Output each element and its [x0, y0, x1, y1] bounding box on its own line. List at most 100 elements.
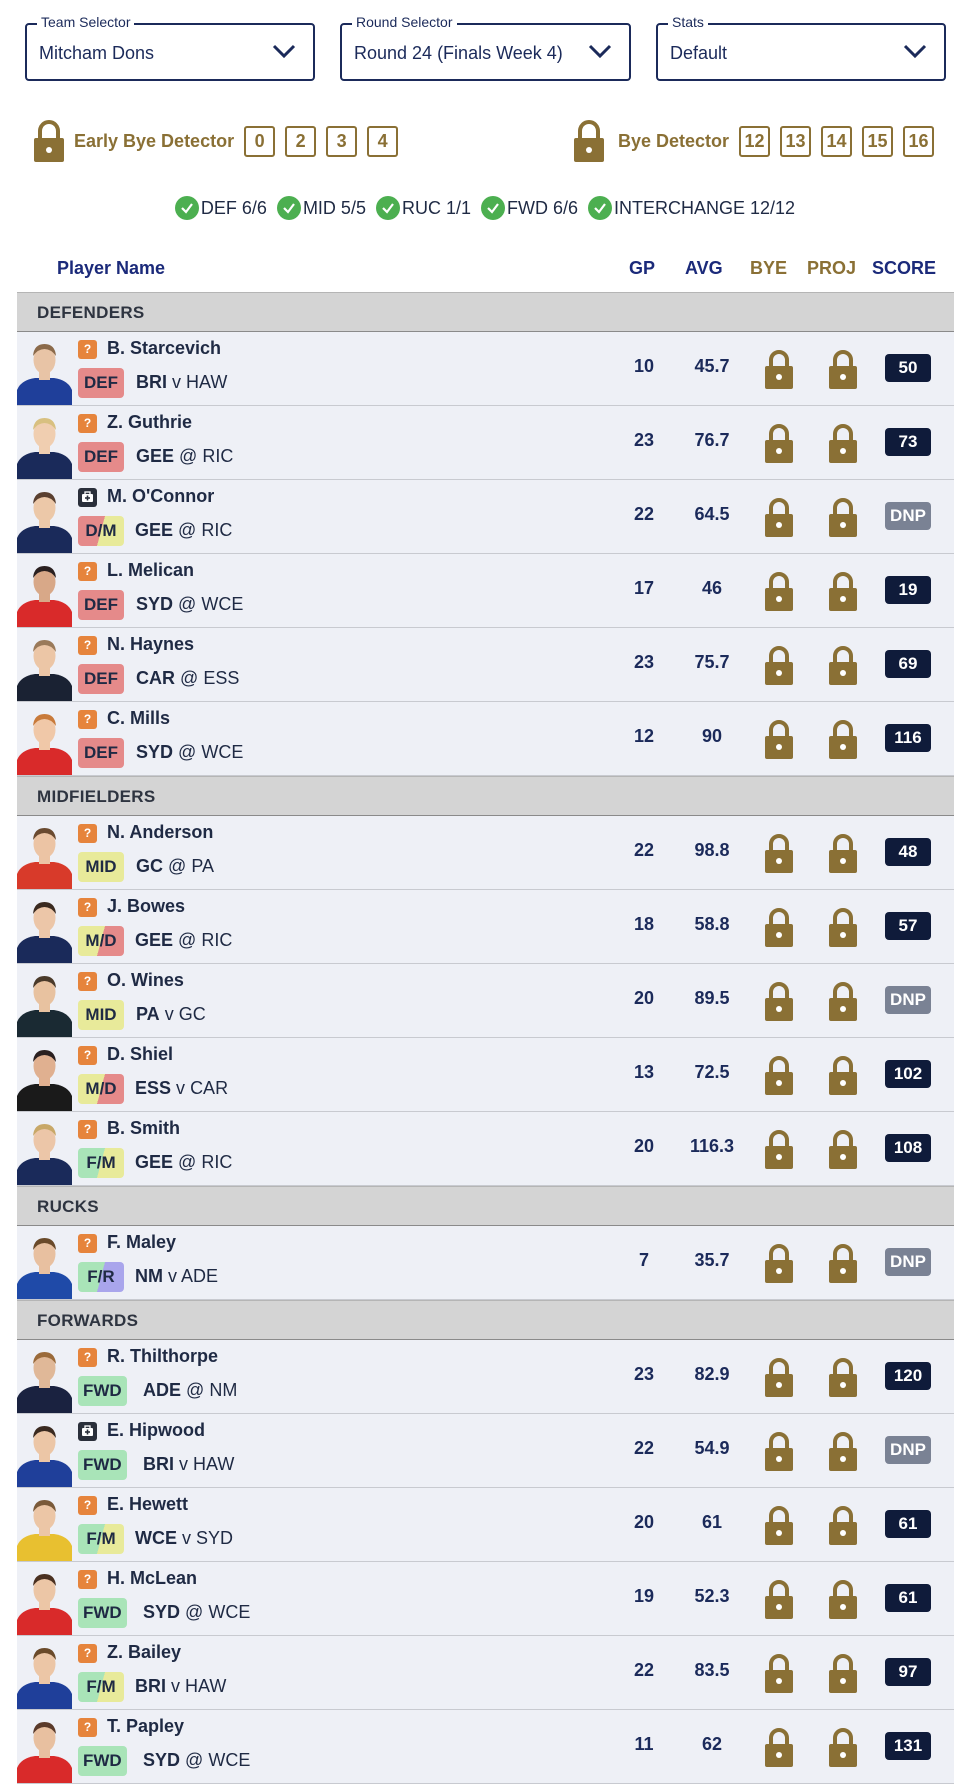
table-row[interactable]: E. Hipwood FWD BRI v HAW 22 54.9 DNP: [17, 1414, 954, 1488]
player-name[interactable]: H. McLean: [107, 1568, 197, 1589]
fixture-team: NM: [135, 1266, 163, 1286]
player-name[interactable]: B. Smith: [107, 1118, 180, 1139]
uncertain-status-icon[interactable]: ?: [78, 824, 97, 843]
bye-round-box[interactable]: 15: [862, 125, 894, 157]
player-name[interactable]: C. Mills: [107, 708, 170, 729]
lock-icon[interactable]: [32, 119, 66, 163]
column-gp[interactable]: GP: [629, 258, 655, 279]
uncertain-status-icon[interactable]: ?: [78, 972, 97, 991]
column-score[interactable]: SCORE: [872, 258, 936, 279]
uncertain-status-icon[interactable]: ?: [78, 1046, 97, 1065]
table-row[interactable]: ? H. McLean FWD SYD @ WCE 19 52.3 61: [17, 1562, 954, 1636]
uncertain-status-icon[interactable]: ?: [78, 562, 97, 581]
table-row[interactable]: ? O. Wines MID PA v GC 20 89.5 DNP: [17, 964, 954, 1038]
table-row[interactable]: M. O'Connor D/M GEE @ RIC 22 64.5 DNP: [17, 480, 954, 554]
player-name[interactable]: N. Anderson: [107, 822, 213, 843]
bye-round-box[interactable]: 13: [780, 125, 812, 157]
table-row[interactable]: ? N. Haynes DEF CAR @ ESS 23 75.7 69: [17, 628, 954, 702]
player-name[interactable]: R. Thilthorpe: [107, 1346, 218, 1367]
score-badge: 120: [885, 1362, 931, 1390]
uncertain-status-icon[interactable]: ?: [78, 1496, 97, 1515]
score-badge: 57: [885, 912, 931, 940]
table-row[interactable]: ? B. Starcevich DEF BRI v HAW 10 45.7 50: [17, 332, 954, 406]
bye-round-box[interactable]: 3: [326, 125, 358, 157]
lock-icon[interactable]: [572, 119, 606, 163]
fixture-team: SYD: [136, 594, 174, 614]
player-avatar: [17, 640, 72, 701]
games-played: 23: [633, 430, 655, 450]
bye-round-box[interactable]: 16: [903, 125, 935, 157]
fixture-team: PA: [136, 1004, 160, 1024]
position-count-label: FWD 6/6: [507, 197, 579, 218]
bye-round-box[interactable]: 4: [367, 125, 399, 157]
column-proj[interactable]: PROJ: [807, 258, 856, 279]
uncertain-status-icon[interactable]: ?: [78, 898, 97, 917]
fixture: BRI v HAW: [136, 372, 227, 393]
player-avatar: [17, 1238, 72, 1299]
lock-icon: [765, 1244, 793, 1283]
fixture-venue: @: [185, 1750, 204, 1770]
player-name[interactable]: Z. Bailey: [107, 1642, 181, 1663]
chevron-down-icon: [903, 44, 927, 59]
fixture-opponent: WCE: [201, 742, 244, 762]
bye-round-box[interactable]: 12: [739, 125, 771, 157]
early-bye-detector: Early Bye Detector 0234: [32, 116, 408, 166]
injury-status-icon[interactable]: [78, 1422, 97, 1441]
table-row[interactable]: ? Z. Guthrie DEF GEE @ RIC 23 76.7 73: [17, 406, 954, 480]
table-row[interactable]: ? C. Mills DEF SYD @ WCE 12 90 116: [17, 702, 954, 776]
player-avatar: [17, 1722, 72, 1783]
table-row[interactable]: ? D. Shiel M/D ESS v CAR 13 72.5 102: [17, 1038, 954, 1112]
player-name[interactable]: T. Papley: [107, 1716, 184, 1737]
table-row[interactable]: ? E. Hewett F/M WCE v SYD 20 61 61: [17, 1488, 954, 1562]
stats-selector[interactable]: Stats Default: [656, 14, 946, 81]
fixture-opponent: RIC: [201, 1152, 233, 1172]
bye-round-box[interactable]: 14: [821, 125, 853, 157]
bye-round-box[interactable]: 0: [244, 125, 276, 157]
player-avatar: [17, 902, 72, 963]
round-selector[interactable]: Round Selector Round 24 (Finals Week 4): [340, 14, 631, 81]
table-row[interactable]: ? J. Bowes M/D GEE @ RIC 18 58.8 57: [17, 890, 954, 964]
player-name[interactable]: M. O'Connor: [107, 486, 214, 507]
player-name[interactable]: J. Bowes: [107, 896, 185, 917]
table-row[interactable]: ? B. Smith F/M GEE @ RIC 20 116.3 108: [17, 1112, 954, 1186]
bye-round-box[interactable]: 2: [285, 125, 317, 157]
uncertain-status-icon[interactable]: ?: [78, 1348, 97, 1367]
team-selector[interactable]: Team Selector Mitcham Dons: [25, 14, 315, 81]
uncertain-status-icon[interactable]: ?: [78, 1120, 97, 1139]
column-player-name[interactable]: Player Name: [57, 258, 165, 279]
player-name[interactable]: L. Melican: [107, 560, 194, 581]
uncertain-status-icon[interactable]: ?: [78, 636, 97, 655]
column-bye[interactable]: BYE: [750, 258, 787, 279]
table-row[interactable]: ? Z. Bailey F/M BRI v HAW 22 83.5 97: [17, 1636, 954, 1710]
fixture-team: SYD: [143, 1750, 181, 1770]
player-name[interactable]: Z. Guthrie: [107, 412, 192, 433]
table-row[interactable]: ? L. Melican DEF SYD @ WCE 17 46 19: [17, 554, 954, 628]
table-row[interactable]: ? F. Maley F/R NM v ADE 7 35.7 DNP: [17, 1226, 954, 1300]
player-name[interactable]: D. Shiel: [107, 1044, 173, 1065]
table-row[interactable]: ? T. Papley FWD SYD @ WCE 11 62 131: [17, 1710, 954, 1784]
uncertain-status-icon[interactable]: ?: [78, 414, 97, 433]
fixture-team: GEE: [135, 520, 174, 540]
fixture-team: GC: [136, 856, 163, 876]
table-row[interactable]: ? R. Thilthorpe FWD ADE @ NM 23 82.9 120: [17, 1340, 954, 1414]
player-name[interactable]: F. Maley: [107, 1232, 176, 1253]
fixture: ADE @ NM: [143, 1380, 237, 1401]
player-name[interactable]: E. Hipwood: [107, 1420, 205, 1441]
column-avg[interactable]: AVG: [685, 258, 723, 279]
position-count-label: INTERCHANGE 12/12: [614, 197, 796, 218]
table-row[interactable]: ? N. Anderson MID GC @ PA 22 98.8 48: [17, 816, 954, 890]
chevron-down-icon: [588, 44, 612, 59]
player-name[interactable]: E. Hewett: [107, 1494, 188, 1515]
uncertain-status-icon[interactable]: ?: [78, 1570, 97, 1589]
fixture-team: ADE: [143, 1380, 182, 1400]
uncertain-status-icon[interactable]: ?: [78, 1644, 97, 1663]
fixture-opponent: HAW: [186, 372, 228, 392]
player-name[interactable]: N. Haynes: [107, 634, 194, 655]
injury-status-icon[interactable]: [78, 488, 97, 507]
uncertain-status-icon[interactable]: ?: [78, 1718, 97, 1737]
uncertain-status-icon[interactable]: ?: [78, 340, 97, 359]
player-name[interactable]: B. Starcevich: [107, 338, 221, 359]
uncertain-status-icon[interactable]: ?: [78, 1234, 97, 1253]
uncertain-status-icon[interactable]: ?: [78, 710, 97, 729]
player-name[interactable]: O. Wines: [107, 970, 184, 991]
